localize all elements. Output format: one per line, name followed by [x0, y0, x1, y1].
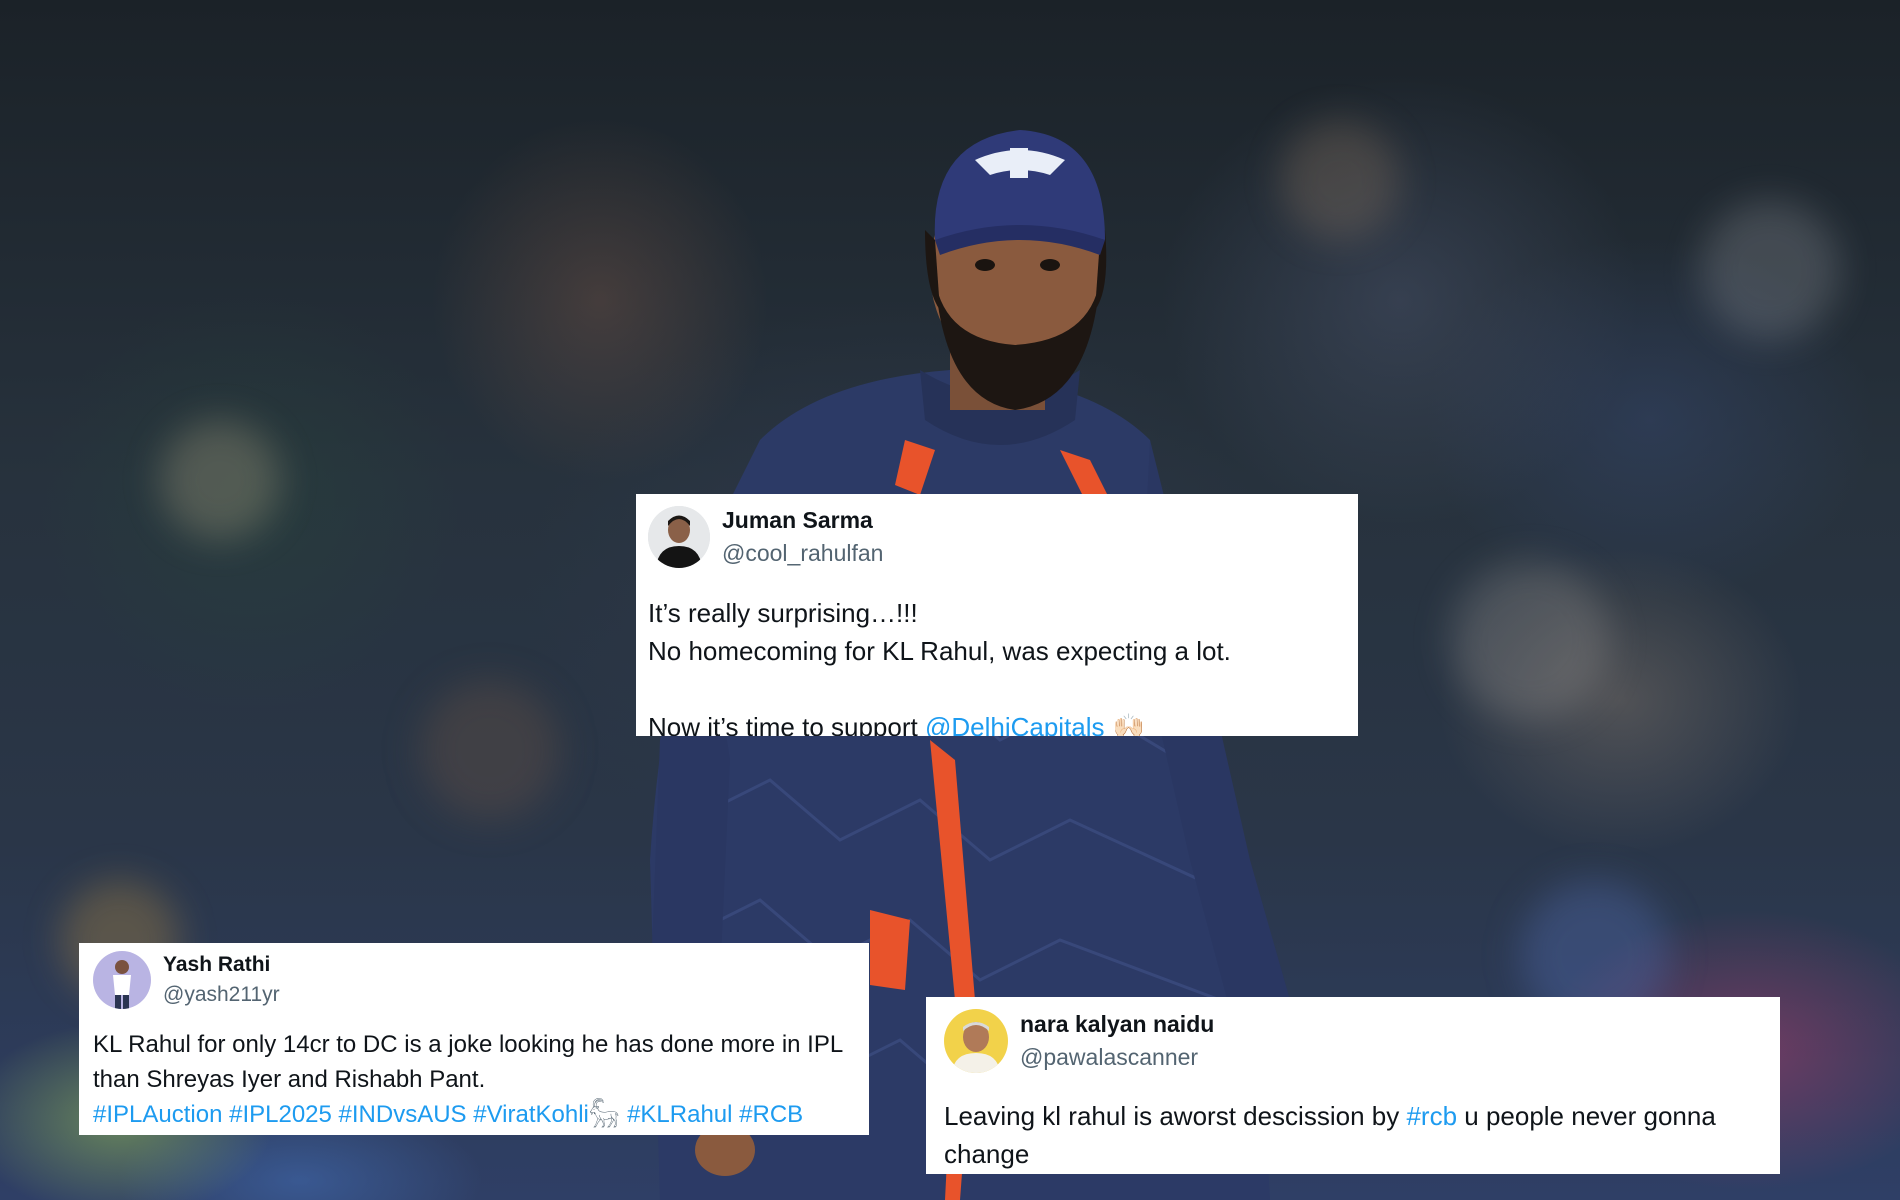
- tweet-line: change: [944, 1135, 1716, 1173]
- tweet-line: Now it’s time to support @DelhiCapitals …: [648, 708, 1231, 736]
- tweet-line: Leaving kl rahul is aworst descission by…: [944, 1097, 1716, 1135]
- raised-hands-icon: 🙌🏻: [1104, 713, 1146, 736]
- hashtag-link[interactable]: #IPL2025: [229, 1101, 332, 1128]
- text-segment: than Shreyas Iyer and Rishabh Pant.: [93, 1066, 486, 1093]
- hashtag-link[interactable]: #IPLAuction: [93, 1101, 222, 1128]
- text-segment: KL Rahul for only 14cr to DC is a joke l…: [93, 1031, 844, 1058]
- tweet-line: [648, 670, 1231, 708]
- tweet-card-juman-sarma: Juman Sarma @cool_rahulfan It’s really s…: [636, 494, 1358, 736]
- tweet-line: No homecoming for KL Rahul, was expectin…: [648, 632, 1231, 670]
- avatar[interactable]: [648, 506, 710, 568]
- text-segment: change: [944, 1139, 1030, 1169]
- tweet-text: KL Rahul for only 14cr to DC is a joke l…: [93, 1027, 843, 1132]
- hashtag-link[interactable]: #RCB: [739, 1101, 803, 1128]
- author-name[interactable]: Juman Sarma: [722, 507, 883, 534]
- text-segment: Now it’s time to support: [648, 712, 925, 736]
- tweet-line: than Shreyas Iyer and Rishabh Pant.: [93, 1062, 843, 1097]
- tweet-line: #IPLAuction #IPL2025 #INDvsAUS #ViratKoh…: [93, 1097, 843, 1132]
- avatar[interactable]: [93, 951, 151, 1009]
- person-avatar-icon: [944, 1009, 1008, 1073]
- hashtag-link[interactable]: #INDvsAUS: [339, 1101, 467, 1128]
- author-handle[interactable]: @cool_rahulfan: [722, 540, 883, 567]
- person-avatar-icon: [93, 951, 151, 1009]
- text-segment: It’s really surprising…!!!: [648, 598, 918, 628]
- tweet-text: Leaving kl rahul is aworst descission by…: [944, 1097, 1716, 1173]
- author-name[interactable]: nara kalyan naidu: [1020, 1011, 1214, 1038]
- tweet-line: KL Rahul for only 14cr to DC is a joke l…: [93, 1027, 843, 1062]
- tweet-text: It’s really surprising…!!! No homecoming…: [648, 594, 1231, 736]
- hashtag-link[interactable]: #rcb: [1406, 1101, 1457, 1131]
- tweet-line: It’s really surprising…!!!: [648, 594, 1231, 632]
- hashtag-link[interactable]: #KLRahul: [627, 1101, 732, 1128]
- tweet-card-nara-kalyan-naidu: nara kalyan naidu @pawalascanner Leaving…: [926, 997, 1780, 1174]
- person-avatar-icon: [648, 506, 710, 568]
- goat-icon: 𓃵: [588, 1100, 628, 1128]
- avatar[interactable]: [944, 1009, 1008, 1073]
- text-segment: u people never gonna: [1457, 1101, 1716, 1131]
- hashtag-link[interactable]: #ViratKohli: [473, 1101, 589, 1128]
- mention-link[interactable]: @DelhiCapitals: [925, 712, 1105, 736]
- text-segment: No homecoming for KL Rahul, was expectin…: [648, 636, 1231, 666]
- author-name[interactable]: Yash Rathi: [163, 953, 280, 977]
- tweet-card-yash-rathi: Yash Rathi @yash211yr KL Rahul for only …: [79, 943, 869, 1135]
- author-handle[interactable]: @yash211yr: [163, 983, 280, 1007]
- author-handle[interactable]: @pawalascanner: [1020, 1044, 1214, 1071]
- text-segment: Leaving kl rahul is aworst descission by: [944, 1101, 1407, 1131]
- text-segment: [332, 1101, 339, 1128]
